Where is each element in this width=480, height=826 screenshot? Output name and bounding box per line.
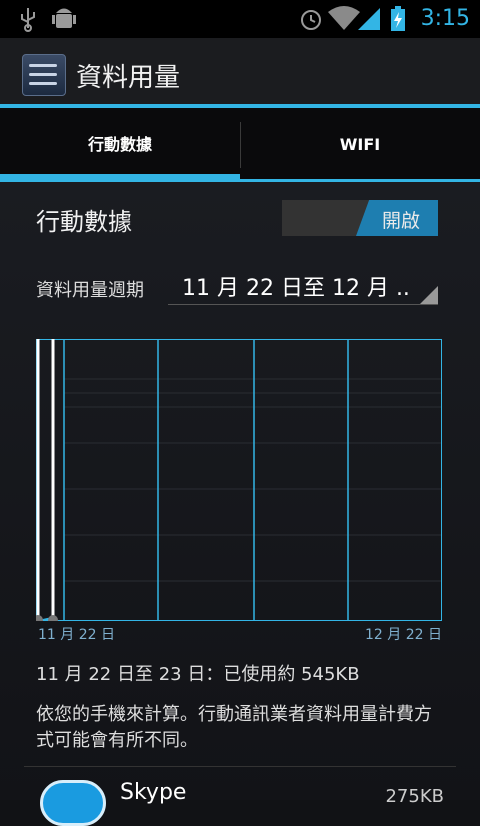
status-bar: 3:15 [0,0,480,38]
android-debug-icon [52,6,76,36]
tab-bar: 行動數據 WIFI [0,108,480,182]
toggle-label: 開啟 [381,210,420,232]
tab-selected-indicator [0,174,240,182]
usage-chart[interactable] [36,339,442,621]
mobile-data-title: 行動數據 [36,208,132,236]
status-time: 3:15 [420,6,470,31]
alarm-icon [298,6,324,36]
action-bar: 資料用量 [0,38,480,106]
tab-mobile-data[interactable]: 行動數據 [0,108,240,182]
app-data-size: 275KB [385,786,444,807]
content-area: 行動數據 開啟 資料用量週期 11 月 22 日至 12 月 .. 11 月 2… [0,182,480,826]
list-divider [24,766,456,767]
cycle-value: 11 月 22 日至 12 月 .. [182,276,410,301]
signal-icon [356,6,382,36]
page-title: 資料用量 [76,63,181,93]
chart-start-date: 11 月 22 日 [38,627,115,643]
usb-icon [18,6,38,36]
app-name[interactable]: Skype [120,780,186,805]
settings-sliders-icon[interactable] [22,54,66,96]
mobile-data-toggle[interactable]: 開啟 [282,200,438,236]
cycle-spinner[interactable]: 11 月 22 日至 12 月 .. [168,262,438,305]
cycle-label: 資料用量週期 [36,280,144,301]
tab-wifi[interactable]: WIFI [240,108,480,182]
usage-summary: 11 月 22 日至 23 日：已使用約 545KB [36,664,360,685]
spinner-corner-icon [420,286,438,304]
billing-note: 依您的手機來計算。行動通訊業者資料用量計費方式可能會有所不同。 [36,704,432,751]
skype-icon[interactable] [40,780,106,826]
chart-end-date: 12 月 22 日 [365,627,442,643]
battery-charging-icon [390,6,406,36]
chart-grid [64,378,442,582]
selection-start-handle[interactable] [36,615,43,621]
chart-frame [36,339,442,621]
usage-chart-svg [36,339,442,621]
selection-end-handle[interactable] [48,615,58,621]
